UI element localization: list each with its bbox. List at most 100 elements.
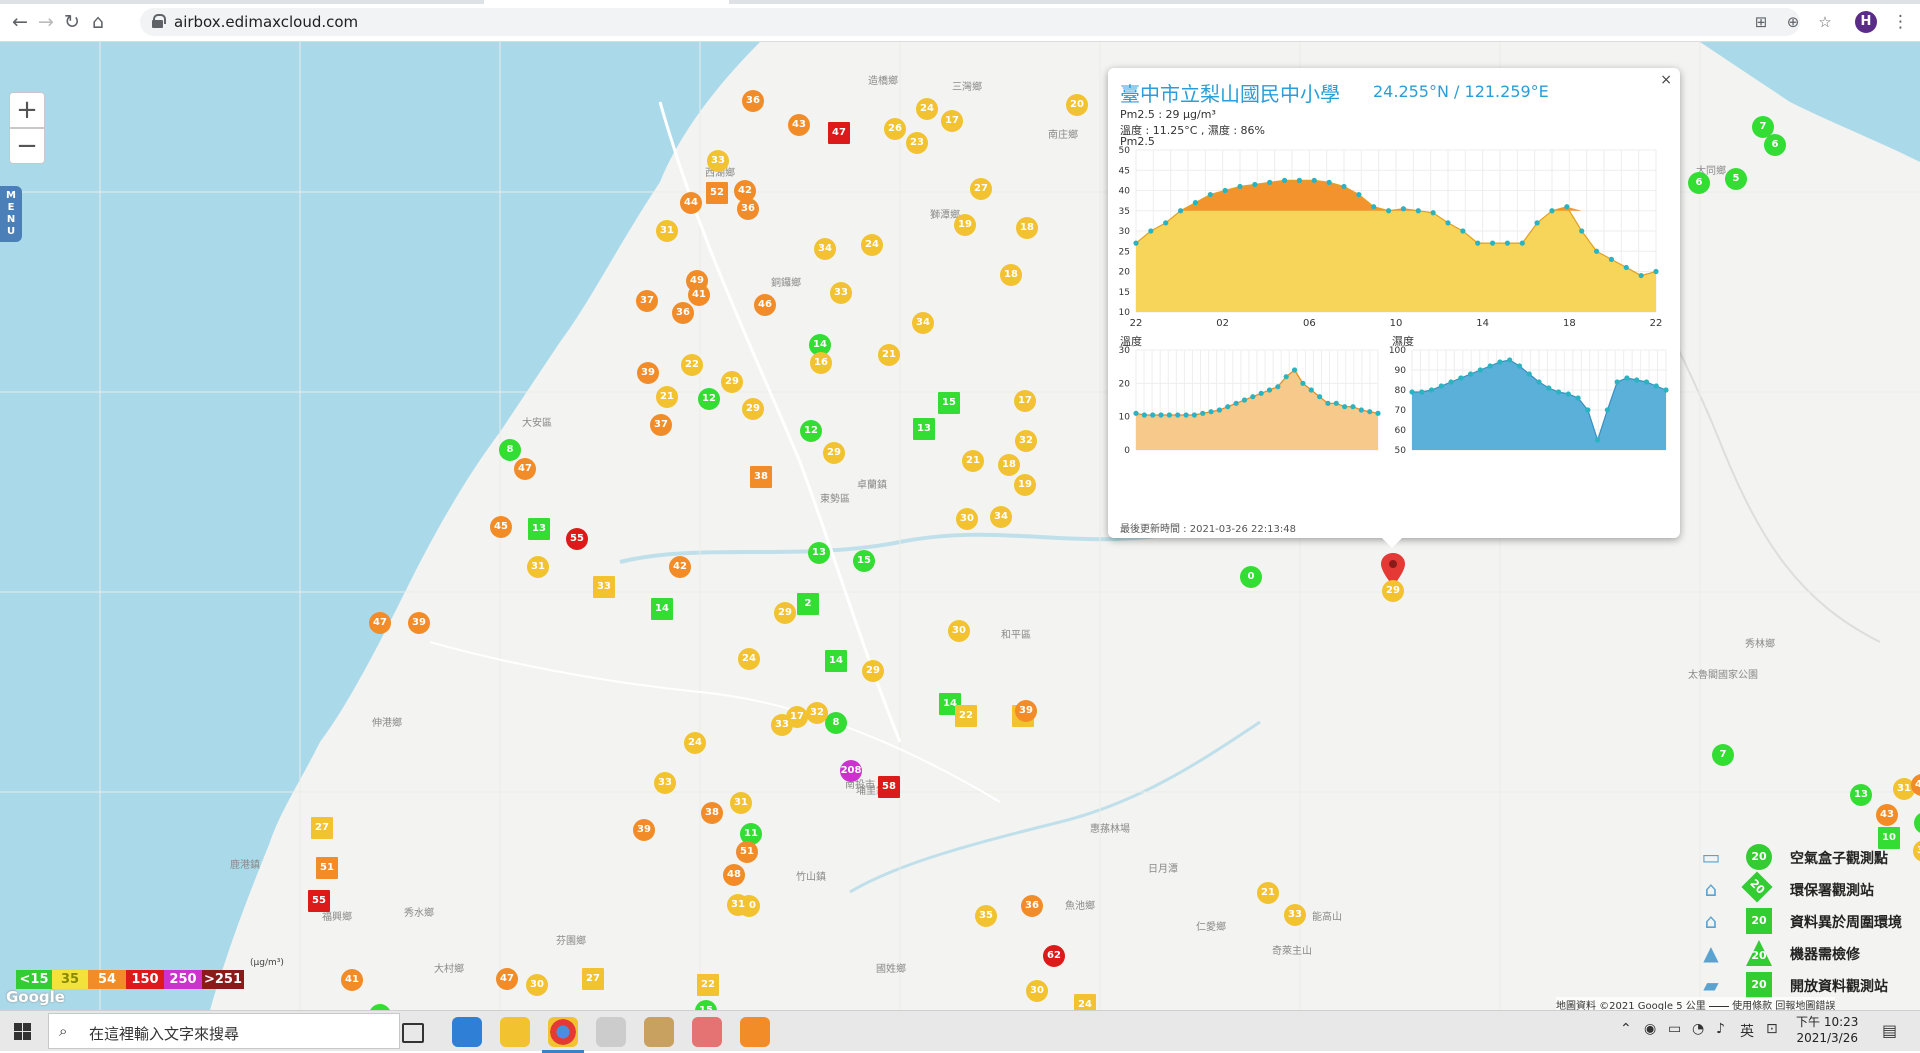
- station-marker[interactable]: 34: [814, 238, 836, 260]
- map-attribution[interactable]: 地圖資料 ©2021 Google 5 公里 ⎯⎯⎯⎯ 使用條款 回報地圖錯誤: [1556, 997, 1836, 1010]
- station-marker[interactable]: 29: [862, 660, 884, 682]
- station-marker[interactable]: 39: [1015, 700, 1037, 722]
- station-marker[interactable]: 24: [861, 234, 883, 256]
- zoom-icon[interactable]: ⊕: [1782, 11, 1804, 33]
- station-marker[interactable]: 41: [688, 284, 710, 306]
- station-marker[interactable]: 21: [878, 344, 900, 366]
- ime-indicator[interactable]: 英: [1740, 1021, 1754, 1041]
- station-marker[interactable]: 44: [680, 192, 702, 214]
- app-icon-3[interactable]: [692, 1017, 722, 1047]
- station-marker[interactable]: 14: [825, 650, 847, 672]
- active-tab[interactable]: [484, 0, 729, 4]
- station-marker[interactable]: 21: [656, 386, 678, 408]
- station-marker[interactable]: 15: [938, 392, 960, 414]
- station-marker[interactable]: 23: [906, 132, 928, 154]
- volume-icon[interactable]: ♪: [1716, 1021, 1725, 1037]
- side-menu-tab[interactable]: MENU: [0, 186, 22, 242]
- kebab-menu-icon[interactable]: ⋮: [1892, 11, 1909, 33]
- station-marker[interactable]: 7: [1712, 744, 1734, 766]
- station-marker[interactable]: 17: [941, 110, 963, 132]
- network-icon[interactable]: ◔: [1692, 1021, 1704, 1037]
- back-arrow-icon[interactable]: ←: [8, 10, 32, 34]
- station-marker[interactable]: 21: [1257, 882, 1279, 904]
- translate-icon[interactable]: ⊞: [1750, 11, 1772, 33]
- station-marker[interactable]: 37: [650, 414, 672, 436]
- station-marker[interactable]: 51: [736, 841, 758, 863]
- file-explorer-icon[interactable]: [500, 1017, 530, 1047]
- app-icon-1[interactable]: [596, 1017, 626, 1047]
- station-marker[interactable]: 8: [825, 712, 847, 734]
- station-marker[interactable]: 29: [742, 398, 764, 420]
- station-marker[interactable]: 47: [514, 458, 536, 480]
- tray-chevron-icon[interactable]: ⌃: [1620, 1021, 1632, 1037]
- clock[interactable]: 下午 10:23 2021/3/26: [1796, 1014, 1858, 1046]
- station-marker[interactable]: 19: [1014, 474, 1036, 496]
- station-marker[interactable]: 29: [823, 442, 845, 464]
- app-icon-4[interactable]: [740, 1017, 770, 1047]
- station-marker[interactable]: 14: [651, 598, 673, 620]
- station-marker[interactable]: 21: [962, 450, 984, 472]
- station-marker[interactable]: 48: [723, 864, 745, 886]
- home-icon[interactable]: ⌂: [86, 10, 110, 34]
- station-marker[interactable]: 13: [1850, 784, 1872, 806]
- tray-app-icon[interactable]: ◉: [1644, 1021, 1656, 1037]
- station-marker[interactable]: 27: [970, 178, 992, 200]
- station-marker[interactable]: 34: [990, 506, 1012, 528]
- station-marker[interactable]: 13: [808, 542, 830, 564]
- station-marker[interactable]: 24: [1074, 994, 1096, 1010]
- forward-arrow-icon[interactable]: →: [34, 10, 58, 34]
- station-marker[interactable]: 32: [1015, 430, 1037, 452]
- station-marker[interactable]: 31: [730, 792, 752, 814]
- station-marker[interactable]: 43: [788, 114, 810, 136]
- station-marker[interactable]: 58: [878, 776, 900, 798]
- station-marker[interactable]: 0: [1240, 566, 1262, 588]
- station-marker[interactable]: 47: [369, 612, 391, 634]
- station-marker[interactable]: 20: [1066, 94, 1088, 116]
- url-text[interactable]: airbox.edimaxcloud.com: [174, 13, 358, 31]
- station-marker[interactable]: 32: [806, 702, 828, 724]
- station-marker[interactable]: 33: [1284, 904, 1306, 926]
- station-marker[interactable]: 27: [311, 817, 333, 839]
- station-marker[interactable]: 42: [669, 556, 691, 578]
- station-marker[interactable]: 12: [800, 420, 822, 442]
- address-bar[interactable]: airbox.edimaxcloud.com: [140, 8, 1800, 36]
- station-marker[interactable]: 18: [1000, 264, 1022, 286]
- station-marker[interactable]: 29: [721, 371, 743, 393]
- station-marker[interactable]: 26: [884, 118, 906, 140]
- station-marker[interactable]: 33: [593, 576, 615, 598]
- station-marker[interactable]: 30: [956, 508, 978, 530]
- station-marker[interactable]: 24: [684, 732, 706, 754]
- station-marker[interactable]: 35: [975, 905, 997, 927]
- station-marker[interactable]: 33: [830, 282, 852, 304]
- taskbar-search-box[interactable]: ⌕ 在這裡輸入文字來搜尋: [48, 1013, 400, 1049]
- station-marker[interactable]: 16: [810, 352, 832, 374]
- station-marker[interactable]: 13: [913, 418, 935, 440]
- station-marker[interactable]: 18: [998, 454, 1020, 476]
- station-marker[interactable]: 41: [341, 969, 363, 991]
- input-mode-icon[interactable]: ⊡: [1766, 1021, 1778, 1037]
- station-marker[interactable]: 13: [528, 518, 550, 540]
- station-marker[interactable]: 33: [654, 772, 676, 794]
- station-marker[interactable]: 36: [742, 90, 764, 112]
- notification-icon[interactable]: ▤: [1882, 1021, 1897, 1040]
- station-marker[interactable]: 2: [797, 593, 819, 615]
- bookmark-star-icon[interactable]: ☆: [1814, 11, 1836, 33]
- station-marker[interactable]: 51: [316, 857, 338, 879]
- station-marker[interactable]: 31: [656, 220, 678, 242]
- station-marker[interactable]: 30: [526, 974, 548, 996]
- station-marker[interactable]: 52: [706, 182, 728, 204]
- task-view-icon[interactable]: [402, 1023, 424, 1043]
- station-marker[interactable]: 36: [737, 198, 759, 220]
- selected-station-marker[interactable]: 29: [1382, 580, 1404, 602]
- zoom-in-button[interactable]: +: [9, 92, 45, 128]
- app-icon-2[interactable]: [644, 1017, 674, 1047]
- google-logo[interactable]: Google: [6, 988, 65, 1006]
- battery-icon[interactable]: ▭: [1668, 1021, 1681, 1037]
- station-marker[interactable]: 34: [912, 312, 934, 334]
- avatar[interactable]: H: [1855, 11, 1877, 33]
- station-marker[interactable]: 22: [955, 705, 977, 727]
- station-marker[interactable]: 31: [727, 894, 749, 916]
- station-marker[interactable]: 55: [566, 528, 588, 550]
- station-marker[interactable]: 208: [840, 760, 862, 782]
- station-marker[interactable]: 55: [308, 890, 330, 912]
